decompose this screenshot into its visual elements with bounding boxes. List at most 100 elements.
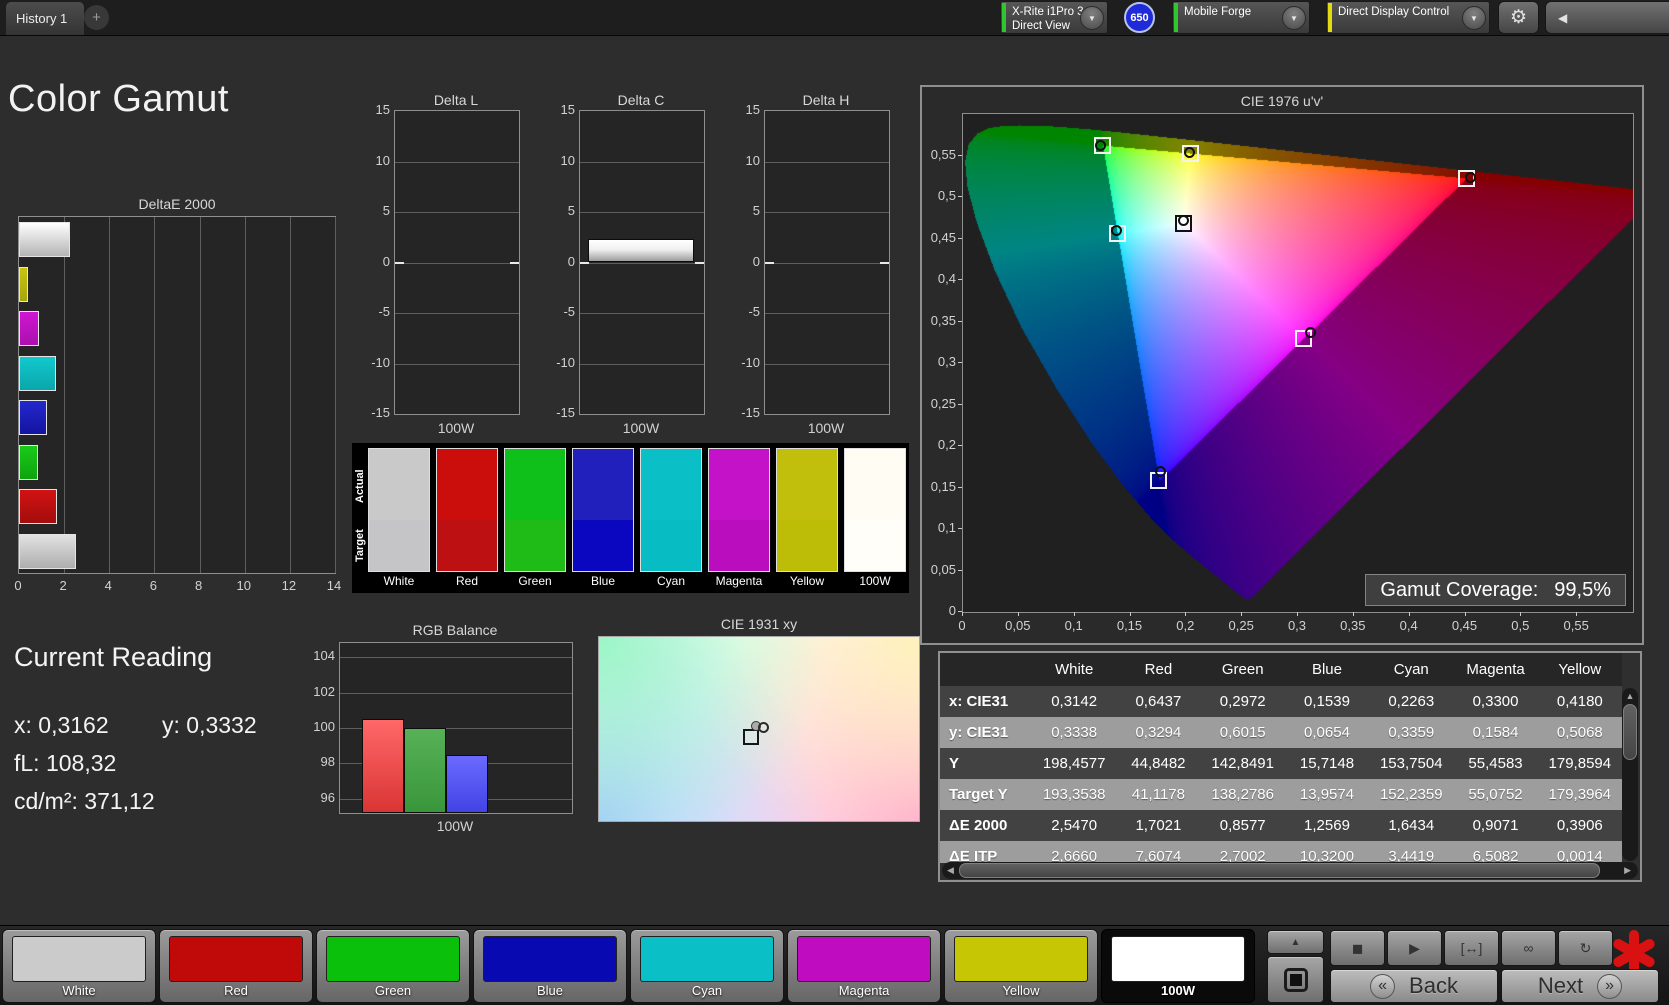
column-header-cyan: Cyan: [1393, 661, 1429, 678]
current-reading-y: y: 0,3332: [162, 712, 257, 739]
gridline: [154, 217, 156, 573]
y-tick-label: 0,45: [930, 229, 956, 245]
cell-value: 2,5470: [1051, 817, 1098, 834]
x-label: x:: [14, 712, 32, 738]
chevron-down-icon[interactable]: ▼: [1282, 6, 1306, 30]
table-row-y[interactable]: Y 198,4577 44,8482 142,8491 15,7148 153,7504 5…: [940, 748, 1622, 779]
chart-title: DeltaE 2000: [138, 196, 216, 212]
chevron-down-icon[interactable]: ▼: [1080, 6, 1104, 30]
datapoint-up-button[interactable]: ▲: [1267, 930, 1324, 954]
display-control-dropdown[interactable]: Direct Display Control ▼: [1326, 1, 1490, 34]
x-tick-mark: [1352, 612, 1354, 616]
x-tick-mark: [1185, 612, 1187, 616]
row-label: Target Y: [949, 786, 1008, 803]
y-tick-label: -15: [741, 405, 760, 420]
y-tick-label: 96: [320, 789, 335, 805]
target-swatch: [369, 520, 429, 571]
x-tick-label: 0,45: [1451, 618, 1478, 633]
patch-button-magenta[interactable]: Magenta: [787, 929, 941, 1003]
table-row-target-y[interactable]: Target Y 193,3538 41,1178 138,2786 13,9574 15…: [940, 779, 1622, 810]
table-row-x-cie31[interactable]: x: CIE31 0,3142 0,6437 0,2972 0,1539 0,2263 0,…: [940, 686, 1622, 717]
refresh-icon: ↻: [1579, 939, 1592, 956]
cie1931-panel: CIE 1931 xy: [598, 616, 920, 824]
table-horizontal-scrollbar[interactable]: ◀ ▶: [942, 862, 1638, 879]
zero-tick: [765, 261, 774, 264]
cell-value: 1,2569: [1304, 817, 1350, 834]
gamut-coverage-value: 99,5%: [1554, 578, 1611, 601]
cell-value: 3,4419: [1388, 848, 1435, 863]
range-button[interactable]: [↔]: [1444, 930, 1499, 966]
patch-button-white[interactable]: White: [2, 929, 156, 1003]
column-header-green: Green: [1221, 661, 1264, 678]
chevron-double-left-icon: «: [1370, 973, 1396, 999]
scroll-left-arrow[interactable]: ◀: [947, 866, 954, 875]
cie-horseshoe-canvas: [963, 114, 1633, 612]
patch-button-100w[interactable]: 100W: [1101, 929, 1255, 1003]
table-row--e-2000[interactable]: ΔE 2000 2,5470 1,7021 0,8577 1,2569 1,6434 0,9…: [940, 810, 1622, 841]
chart-title: CIE 1931 xy: [720, 616, 798, 632]
gridline: [580, 161, 704, 163]
y-tick-label: 5: [752, 203, 760, 218]
workflow-dropdown[interactable]: Mobile Forge ▼: [1172, 1, 1310, 34]
scroll-right-arrow[interactable]: ▶: [1624, 866, 1631, 875]
patch-swatch: [797, 936, 931, 982]
current-reading-x: x: 0,3162: [14, 712, 109, 739]
x-tick-label: 0,55: [1563, 618, 1589, 633]
meter-dropdown[interactable]: X-Rite i1Pro 3 Direct View ▼: [1000, 1, 1108, 34]
vertical-scroll-thumb[interactable]: [1623, 704, 1637, 760]
table-vertical-scrollbar[interactable]: ▲: [1622, 688, 1638, 861]
y-tick-label: 0,35: [930, 312, 956, 328]
patch-button-red[interactable]: Red: [159, 929, 313, 1003]
cell-value: 44,8482: [1131, 755, 1186, 772]
play-button[interactable]: ▶: [1387, 930, 1442, 966]
y-tick-label: -15: [556, 405, 575, 420]
rgb-balance-chart: RGB Balance 104 102 100 98 96 100W: [305, 622, 575, 837]
settings-button[interactable]: ⚙: [1498, 1, 1539, 34]
patch-swatch: [12, 936, 146, 982]
zero-tick: [695, 261, 704, 264]
cell-value: 13,9574: [1299, 786, 1355, 803]
column-header-white: White: [1054, 661, 1094, 678]
cell-value: 0,4180: [1556, 693, 1603, 710]
back-button[interactable]: « Back: [1330, 969, 1498, 1003]
patch-swatch: [483, 936, 617, 982]
scroll-up-arrow[interactable]: ▲: [1622, 692, 1638, 701]
y-tick-label: -5: [748, 304, 760, 319]
x-tick-label: 0,3: [1287, 618, 1307, 633]
row-label: x: CIE31: [949, 693, 1009, 710]
x-tick-label: 0,25: [1228, 618, 1254, 633]
history-tab[interactable]: History 1: [6, 2, 84, 35]
cell-value: 2,6660: [1051, 848, 1098, 863]
bottom-control-bar: White Red Green Blue Cyan Magenta Yellow 100W ▲ ◼…: [0, 925, 1669, 1005]
cell-value: 55,4583: [1468, 755, 1523, 772]
loop-button[interactable]: ∞: [1501, 930, 1556, 966]
patch-button-green[interactable]: Green: [316, 929, 470, 1003]
patch-button-yellow[interactable]: Yellow: [944, 929, 1098, 1003]
y-tick-mark: [958, 445, 962, 446]
patch-button-cyan[interactable]: Cyan: [630, 929, 784, 1003]
loop-icon: ∞: [1523, 940, 1534, 956]
next-button[interactable]: Next »: [1501, 969, 1659, 1003]
y-tick-mark: [958, 403, 962, 405]
meter-line2: Direct View: [1012, 20, 1070, 32]
measure-button[interactable]: [1267, 956, 1324, 1003]
swatch-label: Magenta: [715, 574, 763, 588]
x-tick-label: 0,15: [1116, 618, 1143, 633]
y-tick-label: 102: [313, 683, 335, 699]
refresh-button[interactable]: ↻: [1558, 930, 1613, 966]
swatch-pair-yellow: [776, 448, 838, 572]
chart-title: Delta L: [433, 92, 479, 108]
y-tick-label: 0,3: [937, 354, 956, 369]
collapse-panel-button[interactable]: ◀: [1545, 1, 1669, 34]
stop-button[interactable]: ◼: [1330, 930, 1385, 966]
cie1976-plot: [962, 113, 1634, 613]
patch-button-blue[interactable]: Blue: [473, 929, 627, 1003]
add-tab-button[interactable]: +: [84, 5, 109, 30]
horizontal-scroll-thumb[interactable]: [959, 863, 1600, 878]
table-row--e-itp[interactable]: ΔE ITP 2,6660 7,6074 2,7002 10,3200 3,4419 6,5…: [940, 841, 1622, 863]
x-tick-label: 0,1: [1064, 618, 1083, 633]
table-row-y-cie31[interactable]: y: CIE31 0,3338 0,3294 0,6015 0,0654 0,3359 0,…: [940, 717, 1622, 748]
chevron-down-icon[interactable]: ▼: [1462, 6, 1486, 30]
bar-cyan: [19, 355, 57, 391]
swatch-pair-white: [368, 448, 430, 572]
